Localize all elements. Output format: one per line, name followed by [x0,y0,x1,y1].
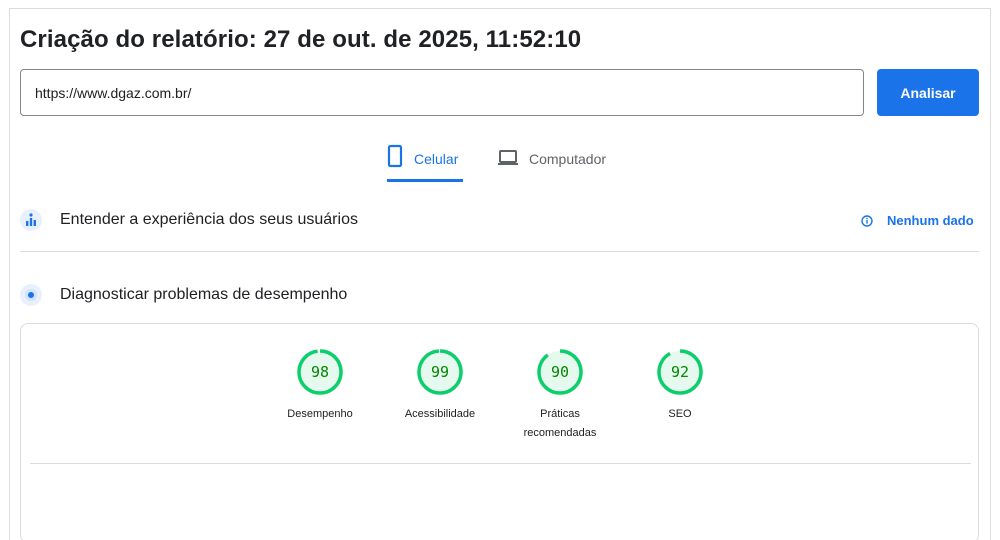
analyze-button[interactable]: Analisar [877,69,979,116]
section-diagnose: Diagnosticar problemas de desempenho [20,284,347,306]
score-best-practices[interactable]: 90 Práticas recomendadas [500,348,620,443]
no-data-link[interactable]: Nenhum dado [861,213,974,228]
score-value: 92 [671,363,689,381]
score-accessibility[interactable]: 99 Acessibilidade [380,348,500,424]
laptop-icon [498,150,518,165]
gauge-ring: 92 [657,349,703,395]
mobile-icon [387,144,403,168]
tab-desktop[interactable]: Computador [498,144,618,182]
lighthouse-icon [20,284,42,306]
gauge-ring: 90 [537,349,583,395]
score-value: 99 [431,363,449,381]
score-performance[interactable]: 98 Desempenho [260,348,380,424]
score-label: Desempenho [287,408,353,420]
scores-panel: 98 Desempenho 99 Acessibilidade 90 Práti… [20,323,979,540]
score-value: 98 [311,363,329,381]
users-experience-icon [20,209,42,231]
section-diagnose-label: Diagnosticar problemas de desempenho [60,286,348,303]
score-label: SEO [668,408,692,420]
no-data-label: Nenhum dado [887,213,974,228]
score-value: 90 [551,363,569,381]
section-user-experience: Entender a experiência dos seus usuários [20,209,358,231]
tab-mobile[interactable]: Celular [387,144,463,182]
page-title: Criação do relatório: 27 de out. de 2025… [20,26,582,53]
section-divider [20,251,979,252]
panel-divider [30,463,971,464]
score-seo[interactable]: 92 SEO [620,348,740,424]
url-input[interactable] [20,69,864,116]
tab-desktop-label: Computador [529,151,607,167]
gauge-ring: 99 [417,349,463,395]
score-label: Práticas recomendadas [523,408,597,439]
info-icon [861,214,873,227]
tab-mobile-label: Celular [414,151,459,167]
score-label: Acessibilidade [404,408,476,420]
section-user-experience-label: Entender a experiência dos seus usuários [60,211,358,228]
gauge-ring: 98 [297,349,343,395]
